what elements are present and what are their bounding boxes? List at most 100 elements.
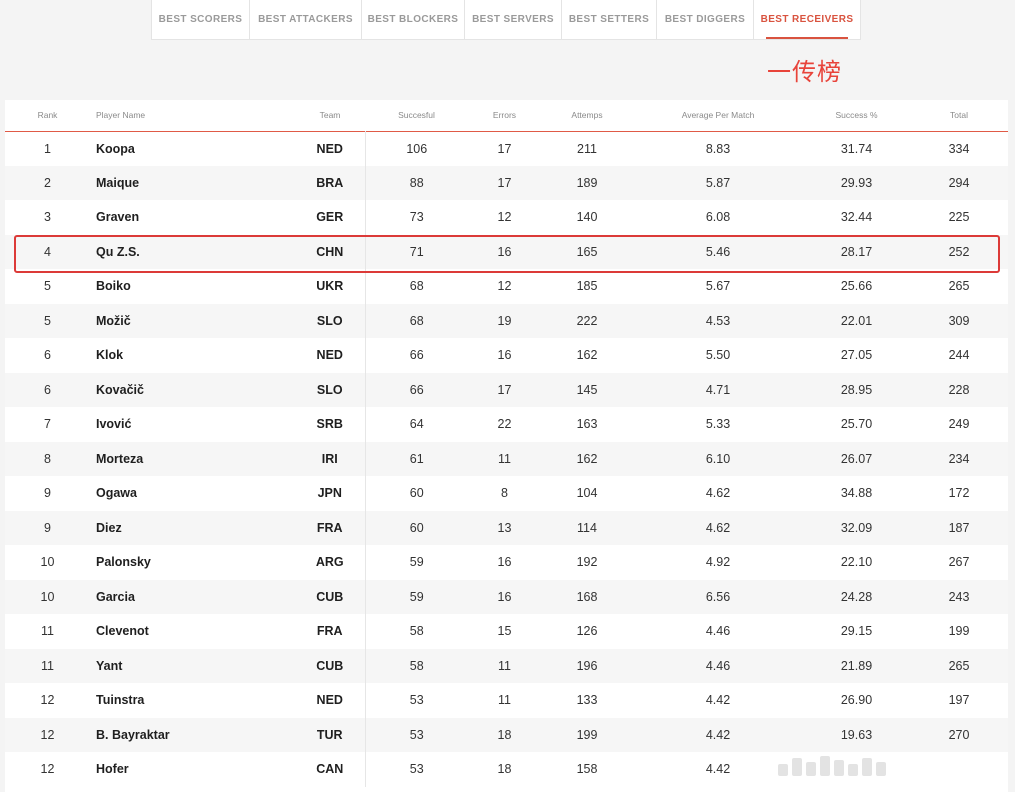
cell-player-name[interactable]: Yant bbox=[90, 648, 295, 683]
tab-best-servers[interactable]: BEST SERVERS bbox=[465, 0, 562, 39]
cell-player-name[interactable]: Diez bbox=[90, 510, 295, 545]
table-row[interactable]: 9 Ogawa JPN 60 8 104 4.62 34.88 172 bbox=[5, 476, 1008, 511]
cell-attempts: 133 bbox=[576, 693, 598, 708]
cell-total: 334 bbox=[948, 141, 970, 156]
cell-player-name[interactable]: Palonsky bbox=[90, 545, 295, 580]
cell-attempts: 222 bbox=[541, 303, 633, 338]
tab-best-scorers[interactable]: BEST SCORERS bbox=[152, 0, 250, 39]
tab-best-blockers[interactable]: BEST BLOCKERS bbox=[362, 0, 465, 39]
table-row[interactable]: 6 Kovačič SLO 66 17 145 4.71 28.95 228 bbox=[5, 372, 1008, 407]
table-row[interactable]: 1 Koopa NED 106 17 211 8.83 31.74 334 bbox=[5, 131, 1008, 166]
cell-average-per-match: 4.53 bbox=[633, 303, 803, 338]
cell-attempts: 165 bbox=[541, 234, 633, 269]
column-header-average-per-match[interactable]: Average Per Match bbox=[633, 100, 803, 131]
table-row[interactable]: 9 Diez FRA 60 13 114 4.62 32.09 187 bbox=[5, 510, 1008, 545]
table-row[interactable]: 11 Clevenot FRA 58 15 126 4.46 29.15 199 bbox=[5, 614, 1008, 649]
tab-best-diggers[interactable]: BEST DIGGERS bbox=[657, 0, 754, 39]
cell-team: FRA bbox=[295, 614, 366, 649]
table-row[interactable]: 7 Ivović SRB 64 22 163 5.33 25.70 249 bbox=[5, 407, 1008, 442]
cell-average-per-match: 6.08 bbox=[705, 210, 731, 225]
cell-successful: 60 bbox=[365, 510, 468, 545]
cell-total: 252 bbox=[910, 234, 1008, 269]
cell-errors: 15 bbox=[497, 624, 512, 639]
table-row[interactable]: 2 Maique BRA 88 17 189 5.87 29.93 294 bbox=[5, 165, 1008, 200]
cell-player-name[interactable]: Ivović bbox=[90, 407, 295, 442]
cell-total: 187 bbox=[910, 510, 1008, 545]
tab-best-attackers[interactable]: BEST ATTACKERS bbox=[250, 0, 362, 39]
cell-player-name[interactable]: Kovačič bbox=[90, 372, 295, 407]
table-row[interactable]: 11 Yant CUB 58 11 196 4.46 21.89 265 bbox=[5, 648, 1008, 683]
cell-total: 228 bbox=[910, 372, 1008, 407]
cell-player-name[interactable]: Maique bbox=[90, 165, 295, 200]
cell-player-name[interactable]: Hofer bbox=[90, 752, 295, 787]
column-header-errors[interactable]: Errors bbox=[468, 100, 541, 131]
column-header-success-percent[interactable]: Success % bbox=[803, 100, 910, 131]
cell-total: 249 bbox=[948, 417, 970, 432]
cell-player-name[interactable]: Klok bbox=[90, 338, 295, 373]
cell-average-per-match: 5.50 bbox=[705, 348, 731, 363]
cell-success-percent: 27.05 bbox=[840, 348, 873, 363]
table-row[interactable]: 12 Tuinstra NED 53 11 133 4.42 26.90 197 bbox=[5, 683, 1008, 718]
cell-total: 234 bbox=[910, 441, 1008, 476]
cell-average-per-match: 6.10 bbox=[633, 441, 803, 476]
table-row[interactable]: 3 Graven GER 73 12 140 6.08 32.44 225 bbox=[5, 200, 1008, 235]
table-row[interactable]: 5 Možič SLO 68 19 222 4.53 22.01 309 bbox=[5, 303, 1008, 338]
watermark-logo bbox=[778, 756, 886, 776]
cell-success-percent: 34.88 bbox=[840, 486, 873, 501]
cell-successful: 53 bbox=[409, 693, 424, 708]
cell-player-name[interactable]: Graven bbox=[90, 200, 295, 235]
cell-player-name[interactable]: B. Bayraktar bbox=[90, 717, 295, 752]
cell-team: CUB bbox=[295, 648, 366, 683]
cell-rank: 2 bbox=[5, 165, 90, 200]
cell-average-per-match: 4.62 bbox=[633, 510, 803, 545]
column-header-successful[interactable]: Succesful bbox=[365, 100, 468, 131]
column-header-attempts[interactable]: Attemps bbox=[541, 100, 633, 131]
cell-errors: 11 bbox=[498, 693, 511, 708]
table-row[interactable]: 12 B. Bayraktar TUR 53 18 199 4.42 19.63 270 bbox=[5, 717, 1008, 752]
cell-player-name[interactable]: Qu Z.S. bbox=[90, 234, 295, 269]
cell-player-name[interactable]: Tuinstra bbox=[90, 683, 295, 718]
cell-rank: 5 bbox=[5, 303, 90, 338]
cell-errors: 17 bbox=[468, 165, 541, 200]
cell-successful: 66 bbox=[365, 372, 468, 407]
cell-average-per-match: 5.33 bbox=[705, 417, 731, 432]
tab-best-setters[interactable]: BEST SETTERS bbox=[562, 0, 657, 39]
table-row[interactable]: 6 Klok NED 66 16 162 5.50 27.05 244 bbox=[5, 338, 1008, 373]
cell-player-name[interactable]: Boiko bbox=[90, 269, 295, 304]
cell-average-per-match: 6.56 bbox=[633, 579, 803, 614]
cell-total: 267 bbox=[948, 555, 970, 570]
cell-success-percent: 32.09 bbox=[803, 510, 910, 545]
cell-errors: 13 bbox=[468, 510, 541, 545]
table-body: 1 Koopa NED 106 17 211 8.83 31.74 334 2 Maique BRA 8… bbox=[5, 131, 1008, 787]
table-row[interactable]: 5 Boiko UKR 68 12 185 5.67 25.66 265 bbox=[5, 269, 1008, 304]
cell-rank: 11 bbox=[5, 648, 90, 683]
cell-success-percent: 28.95 bbox=[803, 372, 910, 407]
cell-total: 197 bbox=[948, 693, 970, 708]
column-header-total[interactable]: Total bbox=[910, 100, 1008, 131]
cell-team: NED bbox=[295, 683, 366, 718]
cell-rank: 12 bbox=[5, 717, 90, 752]
cell-average-per-match: 4.42 bbox=[633, 717, 803, 752]
cell-errors: 11 bbox=[468, 441, 541, 476]
table-row[interactable]: 8 Morteza IRI 61 11 162 6.10 26.07 234 bbox=[5, 441, 1008, 476]
cell-total bbox=[910, 752, 1008, 787]
cell-player-name[interactable]: Ogawa bbox=[90, 476, 295, 511]
cell-player-name[interactable]: Koopa bbox=[90, 131, 295, 166]
column-header-rank[interactable]: Rank bbox=[5, 100, 90, 131]
cell-player-name[interactable]: Morteza bbox=[90, 441, 295, 476]
cell-player-name[interactable]: Možič bbox=[90, 303, 295, 338]
table-row[interactable]: 4 Qu Z.S. CHN 71 16 165 5.46 28.17 252 bbox=[5, 234, 1008, 269]
cell-player-name[interactable]: Garcia bbox=[90, 579, 295, 614]
table-row[interactable]: 10 Garcia CUB 59 16 168 6.56 24.28 243 bbox=[5, 579, 1008, 614]
cell-successful: 60 bbox=[409, 486, 424, 501]
cell-attempts: 140 bbox=[576, 210, 598, 225]
cell-errors: 19 bbox=[468, 303, 541, 338]
cell-total: 265 bbox=[948, 279, 970, 294]
cell-player-name[interactable]: Clevenot bbox=[90, 614, 295, 649]
cell-success-percent: 26.90 bbox=[840, 693, 873, 708]
column-header-team[interactable]: Team bbox=[295, 100, 365, 131]
tab-best-receivers[interactable]: BEST RECEIVERS bbox=[754, 0, 860, 39]
column-header-player-name[interactable]: Player Name bbox=[90, 100, 295, 131]
table-row[interactable]: 10 Palonsky ARG 59 16 192 4.92 22.10 267 bbox=[5, 545, 1008, 580]
cell-errors: 18 bbox=[497, 762, 512, 777]
